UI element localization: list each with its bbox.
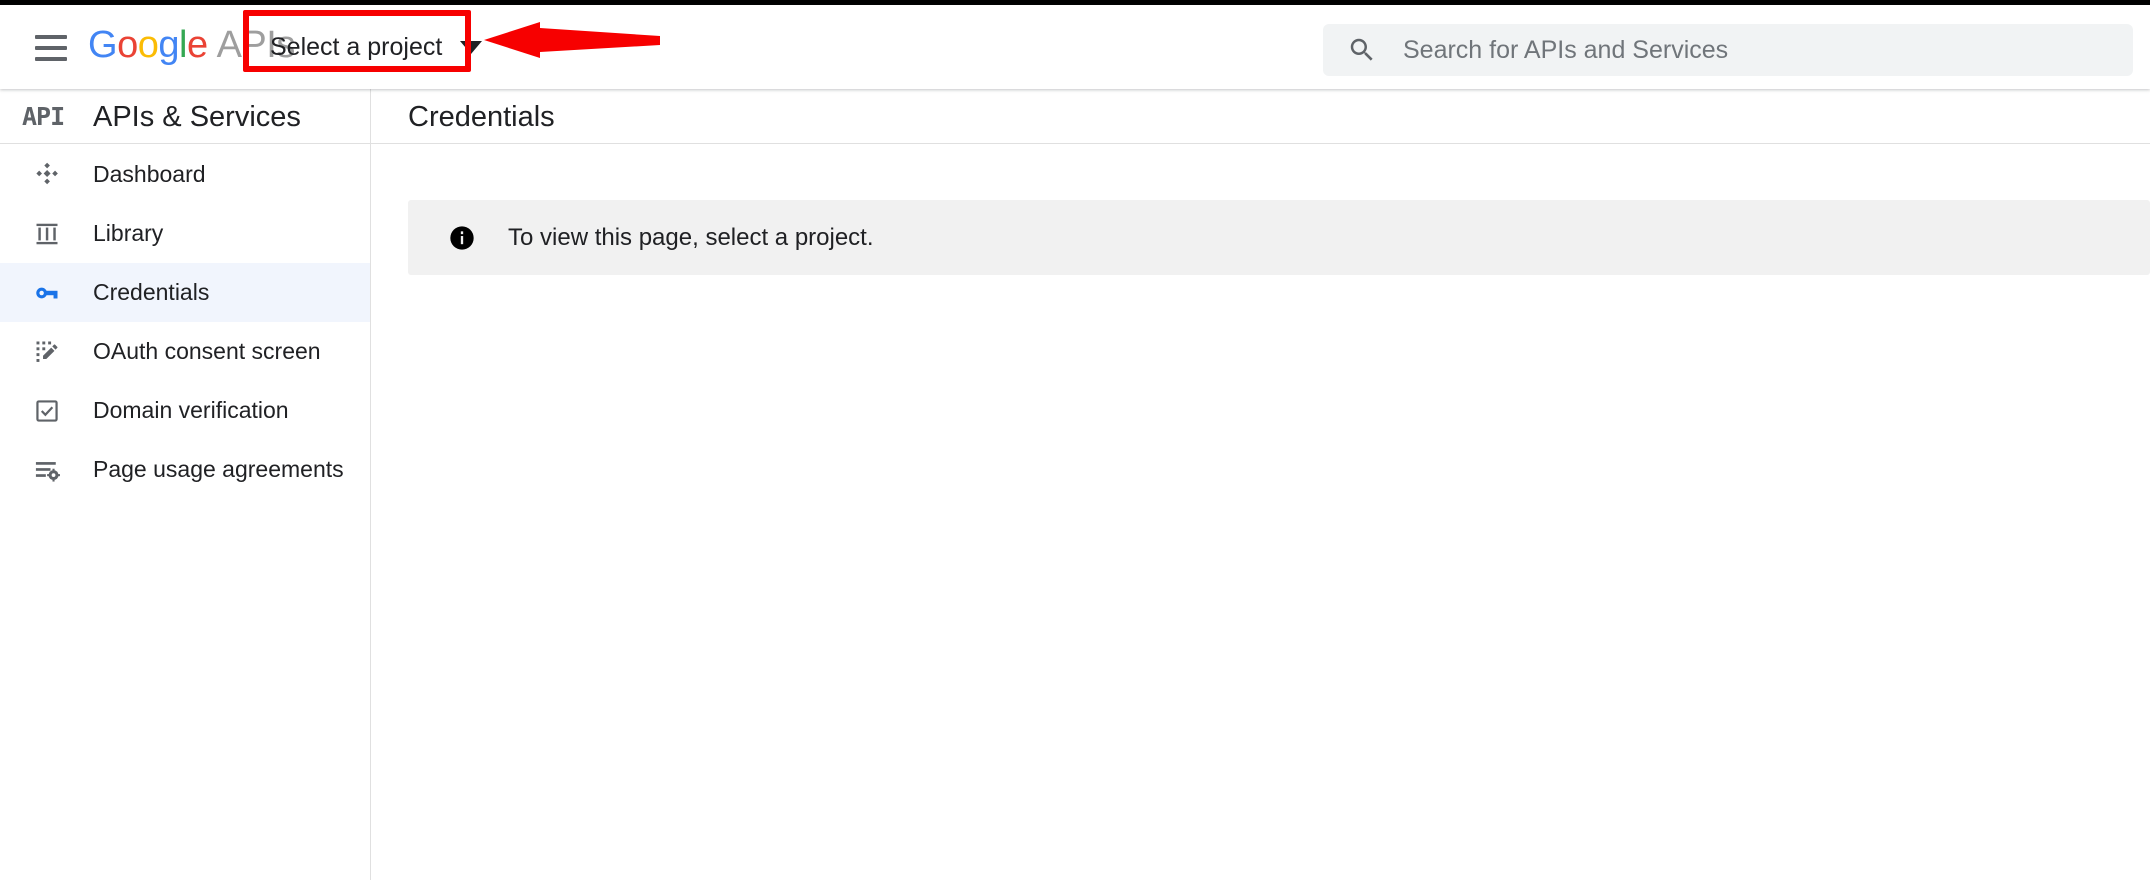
search-input[interactable]	[1403, 24, 2133, 76]
sidebar-item-label: Page usage agreements	[93, 456, 344, 483]
logo-letter-l: l	[179, 24, 187, 66]
project-selector-label: Select a project	[270, 33, 442, 62]
sidebar-item-oauth-consent-screen[interactable]: OAuth consent screen	[0, 322, 370, 381]
sidebar-item-label: Domain verification	[93, 397, 289, 424]
sidebar-item-domain-verification[interactable]: Domain verification	[0, 381, 370, 440]
info-circle-icon	[448, 224, 476, 252]
sidebar-item-library[interactable]: Library	[0, 204, 370, 263]
sidebar-title: APIs & Services	[93, 99, 301, 135]
main-header: Credentials	[371, 89, 2150, 144]
chevron-down-icon	[460, 41, 482, 54]
sidebar-item-label: Credentials	[93, 279, 209, 306]
sidebar-item-dashboard[interactable]: Dashboard	[0, 145, 370, 204]
sidebar-item-page-usage-agreements[interactable]: Page usage agreements	[0, 440, 370, 499]
library-icon	[32, 219, 62, 249]
logo-letter-o1: o	[117, 24, 138, 66]
sidebar-header: API APIs & Services	[0, 89, 370, 144]
logo-letter-o2: o	[138, 24, 159, 66]
logo-letter-g: G	[88, 24, 117, 66]
logo-letter-e: e	[187, 24, 208, 66]
sidebar-item-credentials[interactable]: Credentials	[0, 263, 370, 322]
main-content: Credentials To view this page, select a …	[371, 89, 2150, 880]
sidebar-nav: Dashboard Library	[0, 145, 370, 499]
key-icon	[32, 278, 62, 308]
sidebar-item-label: Library	[93, 220, 163, 247]
sidebar: API APIs & Services Dashboard	[0, 89, 371, 880]
info-banner-message: To view this page, select a project.	[508, 224, 874, 252]
project-selector-button[interactable]: Select a project	[262, 24, 492, 70]
search-icon	[1347, 35, 1377, 65]
sidebar-item-label: OAuth consent screen	[93, 338, 321, 365]
list-settings-icon	[32, 455, 62, 485]
app-header: GoogleAPIs Select a project	[0, 5, 2150, 89]
checkbox-checked-icon	[32, 396, 62, 426]
info-banner: To view this page, select a project.	[408, 200, 2150, 275]
consent-screen-edit-icon	[32, 337, 62, 367]
page-title: Credentials	[408, 99, 555, 135]
hamburger-menu-icon[interactable]	[28, 25, 74, 71]
sidebar-item-label: Dashboard	[93, 161, 206, 188]
hamburger-bar-3	[35, 57, 67, 61]
dashboard-diamond-icon	[32, 160, 62, 190]
logo-letter-g2: g	[158, 24, 179, 66]
hamburger-bar-2	[35, 46, 67, 50]
api-logo-mark: API	[22, 102, 64, 132]
hamburger-bar-1	[35, 35, 67, 39]
search-bar[interactable]	[1323, 24, 2133, 76]
